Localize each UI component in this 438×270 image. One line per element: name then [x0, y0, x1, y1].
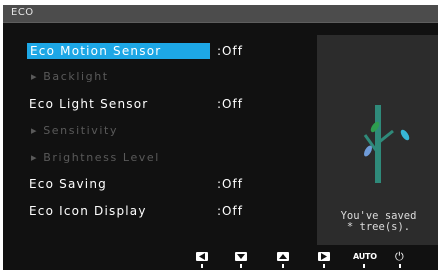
menu-item-backlight: ▸ Backlight: [3, 67, 303, 87]
power-icon[interactable]: ⏻: [395, 250, 404, 264]
menu-item-eco-light-sensor[interactable]: Eco Light Sensor :Off: [3, 94, 303, 114]
menu-item-label: ▸ Sensitivity: [31, 124, 119, 137]
trees-saved-line2: * tree(s).: [346, 221, 411, 233]
menu-item-label: Eco Saving: [29, 177, 107, 191]
up-arrow-icon: [279, 254, 287, 259]
tree-trunk: [375, 105, 381, 183]
menu-item-label: Eco Light Sensor: [29, 97, 149, 111]
menu-item-label: Eco Motion Sensor: [27, 43, 210, 59]
menu-item-value: :Off: [217, 177, 243, 191]
right-arrow-icon: [321, 253, 327, 260]
eco-tree-panel: You've saved * tree(s).: [317, 35, 438, 245]
eco-tree-icon: [363, 105, 410, 183]
menu-title: ECO: [11, 7, 34, 18]
menu-item-value: :Off: [217, 97, 243, 111]
menu-item-sensitivity: ▸ Sensitivity: [3, 121, 303, 141]
menu-item-label: Eco Icon Display: [29, 204, 147, 218]
menu-item-label: ▸ Backlight: [31, 70, 109, 83]
left-arrow-icon: [199, 253, 205, 260]
button-guide-bar: AUTO ⏻: [3, 250, 438, 270]
eco-osd-menu: ECO Eco Motion Sensor :Off ▸ Backlight E…: [3, 5, 438, 270]
title-bar: ECO: [3, 5, 438, 23]
up-arrow-key[interactable]: [277, 252, 289, 268]
down-arrow-icon: [237, 254, 245, 259]
menu-item-brightness-level: ▸ Brightness Level: [3, 148, 303, 168]
menu-item-eco-icon-display[interactable]: Eco Icon Display :Off: [3, 201, 303, 221]
left-arrow-key[interactable]: [196, 252, 208, 268]
leaf-teal: [400, 129, 410, 141]
menu-item-value: :Off: [217, 204, 243, 218]
auto-button[interactable]: AUTO: [353, 252, 377, 261]
menu-item-eco-motion-sensor[interactable]: Eco Motion Sensor :Off: [3, 41, 303, 61]
right-arrow-key[interactable]: [318, 252, 330, 268]
menu-item-value: :Off: [217, 44, 243, 58]
menu-item-label: ▸ Brightness Level: [31, 151, 160, 164]
menu-item-eco-saving[interactable]: Eco Saving :Off: [3, 174, 303, 194]
down-arrow-key[interactable]: [235, 252, 247, 268]
trees-saved-message: You've saved * tree(s).: [317, 211, 438, 233]
